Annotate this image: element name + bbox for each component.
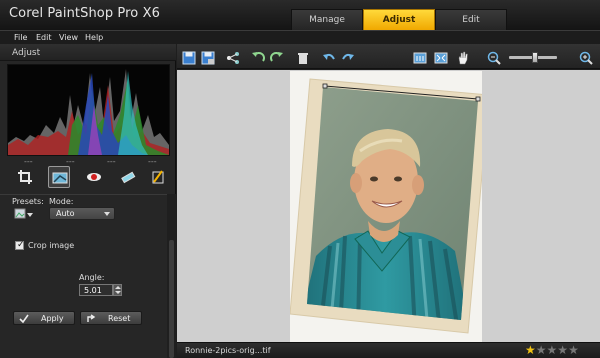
histogram-graph bbox=[8, 69, 169, 155]
tab-edit[interactable]: Edit bbox=[435, 9, 507, 30]
crop-image-checkbox[interactable]: ✓ bbox=[15, 240, 25, 250]
apply-button[interactable]: Apply bbox=[13, 311, 75, 325]
spin-up-icon[interactable] bbox=[115, 286, 121, 289]
spin-down-icon[interactable] bbox=[115, 291, 121, 294]
retouch-brush-icon bbox=[121, 171, 136, 184]
star-icon[interactable]: ★ bbox=[557, 343, 568, 357]
menu-edit[interactable]: Edit bbox=[36, 33, 52, 42]
star-icon[interactable]: ★ bbox=[536, 343, 547, 357]
mode-value: Auto bbox=[56, 209, 75, 218]
tab-adjust[interactable]: Adjust bbox=[363, 9, 435, 30]
smart-carver-icon bbox=[152, 170, 164, 184]
retouch-tool[interactable] bbox=[117, 166, 139, 188]
title-bar: Corel PaintShop Pro X6 Manage Adjust Edi… bbox=[0, 0, 600, 30]
presets-dropdown[interactable] bbox=[14, 207, 34, 221]
presets-icon bbox=[14, 208, 33, 219]
mode-label: Mode: bbox=[49, 197, 74, 206]
chevron-down-icon bbox=[104, 212, 110, 216]
delete-icon[interactable] bbox=[296, 51, 310, 65]
star-icon[interactable]: ★ bbox=[547, 343, 558, 357]
panel-divider bbox=[0, 194, 176, 195]
mode-select[interactable]: Auto bbox=[49, 207, 115, 220]
star-rating[interactable]: ★★★★★ bbox=[525, 344, 579, 357]
rotate-right-icon[interactable] bbox=[270, 51, 284, 65]
straighten-tool[interactable] bbox=[48, 166, 70, 188]
panel-header: Adjust bbox=[0, 44, 176, 61]
panel-title: Adjust bbox=[12, 48, 41, 58]
crop-icon bbox=[18, 170, 32, 184]
angle-spinner[interactable] bbox=[113, 284, 122, 296]
menu-help[interactable]: Help bbox=[85, 33, 103, 42]
reset-label: Reset bbox=[108, 314, 131, 323]
file-name: Ronnie-2pics-orig...tif bbox=[185, 346, 271, 355]
presets-label: Presets: bbox=[12, 197, 44, 206]
star-icon[interactable]: ★ bbox=[568, 343, 579, 357]
menu-view[interactable]: View bbox=[59, 33, 78, 42]
angle-label: Angle: bbox=[79, 273, 105, 282]
angle-field[interactable]: 5.01 bbox=[79, 284, 113, 296]
panel-scrollbar[interactable] bbox=[167, 194, 176, 358]
photo[interactable] bbox=[290, 71, 482, 342]
reset-icon bbox=[87, 314, 96, 322]
status-bar: Ronnie-2pics-orig...tif ★★★★★ bbox=[177, 342, 600, 358]
save-as-icon[interactable] bbox=[201, 51, 215, 65]
zoom-slider-thumb[interactable] bbox=[532, 52, 538, 63]
angle-value: 5.01 bbox=[84, 286, 102, 295]
reset-button[interactable]: Reset bbox=[80, 311, 142, 325]
menu-file[interactable]: File bbox=[14, 33, 27, 42]
zoom-out-icon[interactable] bbox=[487, 51, 501, 65]
checkmark-icon: ✓ bbox=[17, 240, 25, 250]
crop-tool[interactable] bbox=[14, 166, 36, 188]
fit-window-icon[interactable] bbox=[434, 51, 448, 65]
star-icon[interactable]: ★ bbox=[525, 343, 536, 357]
red-eye-icon bbox=[87, 173, 101, 181]
crop-image-label[interactable]: Crop image bbox=[28, 241, 74, 250]
zoom-in-icon[interactable] bbox=[579, 51, 593, 65]
app-title: Corel PaintShop Pro X6 bbox=[9, 6, 160, 21]
redo-icon[interactable] bbox=[341, 51, 355, 65]
pan-hand-icon[interactable] bbox=[456, 51, 470, 65]
tab-manage[interactable]: Manage bbox=[291, 9, 363, 30]
menu-bar: File Edit View Help bbox=[0, 30, 600, 44]
straighten-icon bbox=[52, 172, 68, 184]
histogram bbox=[7, 64, 170, 156]
share-icon[interactable] bbox=[226, 51, 240, 65]
image-canvas[interactable] bbox=[177, 70, 597, 342]
smart-carver-tool[interactable] bbox=[147, 166, 169, 188]
undo-icon[interactable] bbox=[322, 51, 336, 65]
actual-size-icon[interactable] bbox=[413, 51, 427, 65]
adjust-tools bbox=[7, 164, 170, 192]
adjust-panel: Adjust --- --- --- --- Presets: Mode: Au… bbox=[0, 44, 176, 358]
rotate-left-icon[interactable] bbox=[251, 51, 265, 65]
checkmark-icon bbox=[19, 314, 29, 324]
save-icon[interactable] bbox=[182, 51, 196, 65]
red-eye-tool[interactable] bbox=[83, 166, 105, 188]
apply-label: Apply bbox=[41, 314, 64, 323]
panel-scroll-thumb[interactable] bbox=[169, 240, 174, 358]
